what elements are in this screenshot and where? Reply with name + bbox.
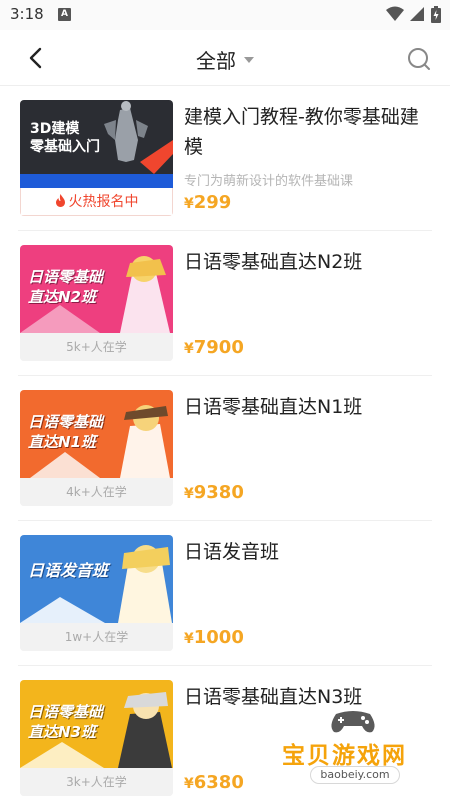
learner-count: 3k+人在学 — [20, 768, 173, 796]
currency-symbol: ¥ — [184, 341, 194, 357]
app-header: 全部 — [0, 30, 450, 86]
page-title[interactable]: 全部 — [196, 45, 236, 74]
banner-text: 日语零基础 直达N1班 — [28, 412, 103, 452]
course-thumbnail: 日语发音班 1w+人在学 — [20, 535, 173, 651]
status-label: 火热报名中 — [68, 194, 139, 210]
course-price: ¥299 — [184, 192, 231, 213]
banner-line: 直达N2班 — [28, 288, 96, 306]
search-icon[interactable] — [406, 46, 432, 72]
watermark-url: baobeiy.com — [310, 766, 400, 784]
course-price: ¥1000 — [184, 627, 244, 648]
wifi-icon — [386, 6, 404, 21]
banner-line: 日语零基础 — [28, 703, 104, 721]
course-item[interactable]: 日语零基础 直达N2班 5k+人在学 日语零基础直达N2班 ¥7900 — [0, 231, 450, 376]
notification-icon: A — [58, 8, 71, 21]
course-status: 火热报名中 — [20, 188, 173, 216]
price-value: 7900 — [193, 337, 244, 358]
battery-icon — [431, 6, 441, 23]
course-item[interactable]: 日语发音班 1w+人在学 日语发音班 ¥1000 — [0, 521, 450, 666]
course-thumbnail: 日语零基础 直达N1班 4k+人在学 — [20, 390, 173, 506]
flame-icon — [55, 194, 65, 207]
banner-text: 日语零基础 直达N2班 — [28, 267, 103, 307]
signal-icon — [410, 7, 424, 21]
course-item[interactable]: 日语零基础 直达N1班 4k+人在学 日语零基础直达N1班 ¥9380 — [0, 376, 450, 521]
learner-count: 4k+人在学 — [20, 478, 173, 506]
chevron-down-icon[interactable] — [244, 56, 254, 63]
price-value: 9380 — [193, 482, 244, 503]
price-value: 1000 — [193, 627, 244, 648]
course-title[interactable]: 日语零基础直达N2班 — [184, 247, 434, 277]
course-thumbnail: 日语零基础 直达N2班 5k+人在学 — [20, 245, 173, 361]
banner-line: 日语零基础 — [28, 413, 104, 431]
gamepad-icon — [331, 711, 375, 733]
currency-symbol: ¥ — [184, 486, 194, 502]
watermark-name: 宝贝游戏网 — [282, 743, 407, 769]
course-price: ¥7900 — [184, 337, 244, 358]
price-value: 299 — [193, 192, 232, 213]
banner-line: 零基础入门 — [30, 139, 100, 155]
status-time: 3:18 — [10, 5, 44, 23]
course-title[interactable]: 日语发音班 — [184, 537, 434, 567]
banner-text: 3D建模 零基础入门 — [30, 120, 100, 156]
course-price: ¥6380 — [184, 772, 244, 793]
course-subtitle: 专门为萌新设计的软件基础课 — [184, 174, 354, 189]
banner-line: 日语发音班 — [28, 561, 109, 580]
currency-symbol: ¥ — [184, 776, 194, 792]
site-watermark: 宝贝游戏网 baobeiy.com — [272, 706, 442, 790]
banner-text: 日语发音班 — [28, 561, 108, 581]
banner-line: 直达N1班 — [28, 433, 96, 451]
course-thumbnail: 3D建模 零基础入门 火热报名中 — [20, 100, 173, 216]
price-value: 6380 — [193, 772, 244, 793]
course-title[interactable]: 日语零基础直达N1班 — [184, 392, 434, 422]
course-price: ¥9380 — [184, 482, 244, 503]
course-title[interactable]: 建模入门教程-教你零基础建模 — [184, 102, 434, 162]
course-item[interactable]: 3D建模 零基础入门 火热报名中 建模入门教程-教你零基础建模 专门为萌新设计的… — [0, 86, 450, 231]
course-thumbnail: 日语零基础 直达N3班 3k+人在学 — [20, 680, 173, 796]
banner-line: 3D建模 — [30, 121, 80, 137]
currency-symbol: ¥ — [184, 196, 194, 212]
category-selector[interactable]: 全部 — [0, 45, 450, 74]
banner-line: 日语零基础 — [28, 268, 104, 286]
banner-line: 直达N3班 — [28, 723, 96, 741]
status-bar: 3:18 A — [0, 0, 450, 30]
learner-count: 5k+人在学 — [20, 333, 173, 361]
learner-count: 1w+人在学 — [20, 623, 173, 651]
banner-text: 日语零基础 直达N3班 — [28, 702, 103, 742]
currency-symbol: ¥ — [184, 631, 194, 647]
